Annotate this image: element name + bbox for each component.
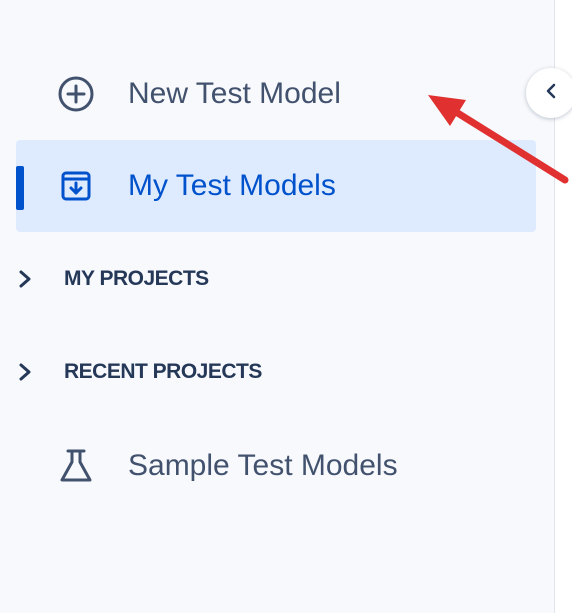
my-test-models-label: My Test Models (128, 169, 336, 202)
section-title: RECENT PROJECTS (64, 360, 262, 383)
archive-download-icon (56, 166, 96, 206)
active-indicator (16, 166, 24, 210)
sidebar: New Test Model My Test Models MY PROJECT… (0, 0, 555, 613)
collapse-sidebar-button[interactable] (526, 68, 572, 118)
sample-test-models-label: Sample Test Models (128, 449, 398, 482)
chevron-right-icon (14, 268, 36, 290)
section-title: MY PROJECTS (64, 267, 209, 290)
flask-icon (56, 446, 96, 486)
page: New Test Model My Test Models MY PROJECT… (0, 0, 572, 613)
section-recent-projects[interactable]: RECENT PROJECTS (14, 347, 514, 397)
new-test-model-button[interactable]: New Test Model (16, 48, 536, 140)
sidebar-item-my-test-models[interactable]: My Test Models (16, 140, 536, 232)
chevron-left-icon (541, 81, 561, 106)
plus-circle-icon (56, 74, 96, 114)
section-my-projects[interactable]: MY PROJECTS (14, 254, 514, 304)
new-test-model-label: New Test Model (128, 77, 341, 110)
chevron-right-icon (14, 361, 36, 383)
sidebar-item-sample-test-models[interactable]: Sample Test Models (16, 420, 536, 512)
